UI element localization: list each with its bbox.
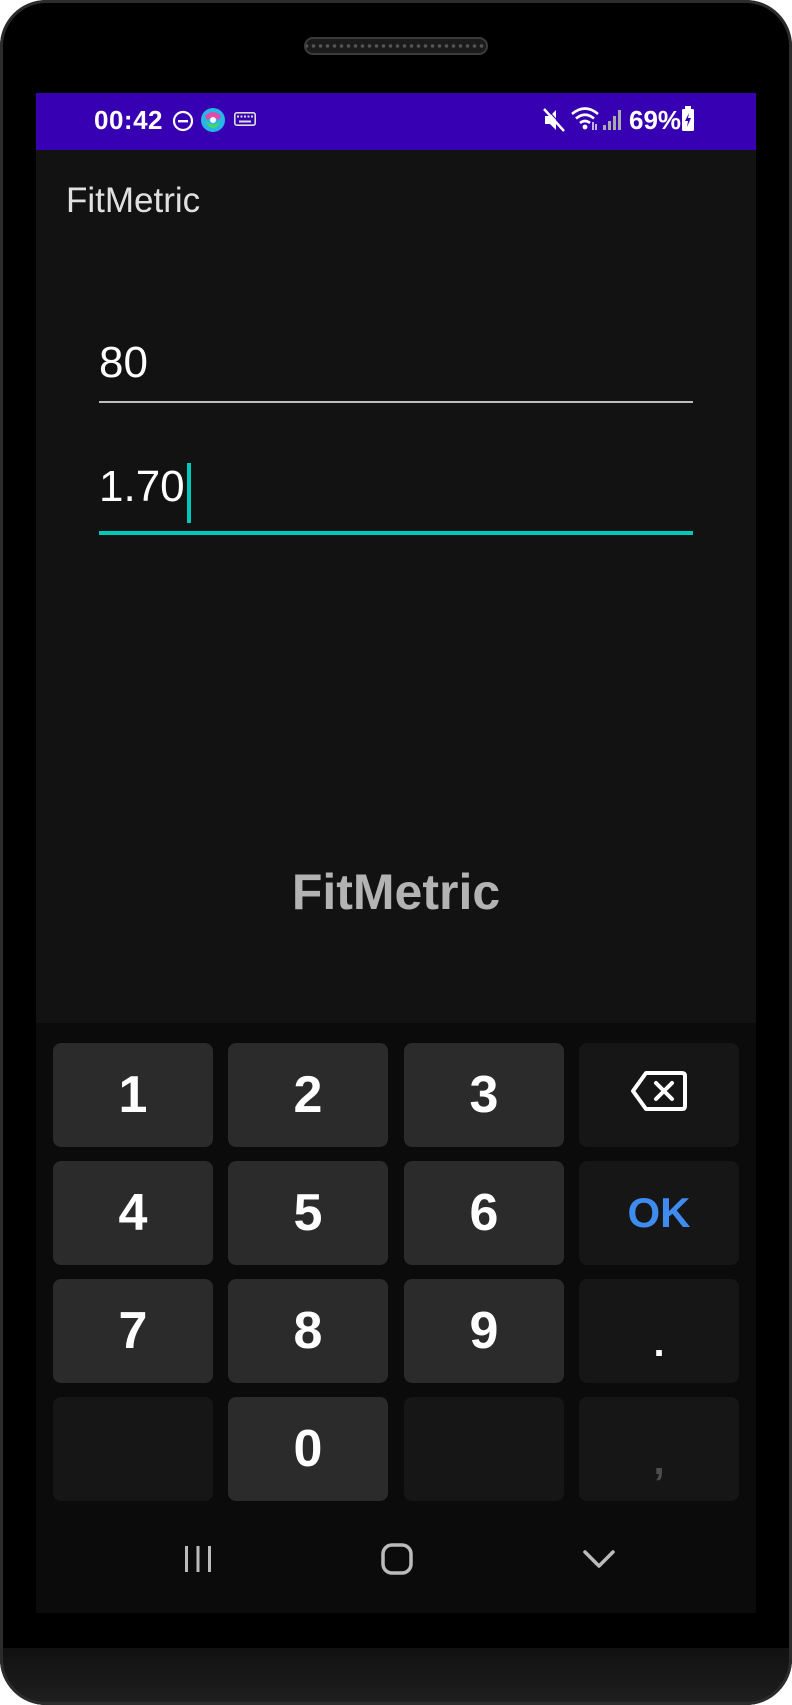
- key-9[interactable]: 9: [404, 1279, 564, 1383]
- wifi-icon: [570, 105, 600, 136]
- battery-percent: 69%: [629, 105, 682, 135]
- app-notification-icon: [200, 106, 226, 139]
- weight-field-underline: [99, 401, 693, 403]
- mute-icon: [542, 107, 567, 138]
- app-title: FitMetric: [66, 181, 201, 220]
- signal-icon: [602, 107, 624, 136]
- phone-frame: 00:42 69% FitMetric 80 1.70 FitMetric 1 …: [0, 0, 792, 1705]
- do-not-disturb-icon: [172, 110, 194, 137]
- center-app-label: FitMetric: [291, 864, 501, 920]
- comma-key[interactable]: ,: [579, 1397, 739, 1501]
- screen: 00:42 69% FitMetric 80 1.70 FitMetric 1 …: [36, 93, 756, 1613]
- key-6[interactable]: 6: [404, 1161, 564, 1265]
- empty-key-right: [404, 1397, 564, 1501]
- weight-field[interactable]: 80: [99, 337, 693, 403]
- height-field[interactable]: 1.70: [99, 461, 693, 535]
- navigation-bar: [36, 1508, 756, 1613]
- backspace-key[interactable]: [579, 1043, 739, 1147]
- status-bar: 00:42 69%: [36, 93, 756, 150]
- key-2[interactable]: 2: [228, 1043, 388, 1147]
- text-cursor: [187, 463, 191, 523]
- earpiece-speaker: [304, 37, 488, 55]
- battery-charging-icon: [681, 106, 695, 137]
- key-0[interactable]: 0: [228, 1397, 388, 1501]
- keyboard-icon: [234, 112, 256, 131]
- decimal-point-key[interactable]: .: [579, 1279, 739, 1383]
- key-7[interactable]: 7: [53, 1279, 213, 1383]
- status-time: 00:42: [94, 105, 163, 135]
- key-4[interactable]: 4: [53, 1161, 213, 1265]
- key-3[interactable]: 3: [404, 1043, 564, 1147]
- home-icon[interactable]: [380, 1542, 414, 1581]
- weight-input-value[interactable]: 80: [99, 337, 693, 389]
- key-5[interactable]: 5: [228, 1161, 388, 1265]
- key-1[interactable]: 1: [53, 1043, 213, 1147]
- height-input-value[interactable]: 1.70: [99, 461, 185, 513]
- backspace-icon: [630, 1065, 688, 1125]
- key-8[interactable]: 8: [228, 1279, 388, 1383]
- recent-apps-icon[interactable]: [181, 1542, 215, 1581]
- phone-bottom-bezel: [0, 1648, 792, 1705]
- height-field-underline: [99, 531, 693, 535]
- empty-key-left: [53, 1397, 213, 1501]
- ok-key[interactable]: OK: [579, 1161, 739, 1265]
- back-icon[interactable]: [582, 1542, 616, 1581]
